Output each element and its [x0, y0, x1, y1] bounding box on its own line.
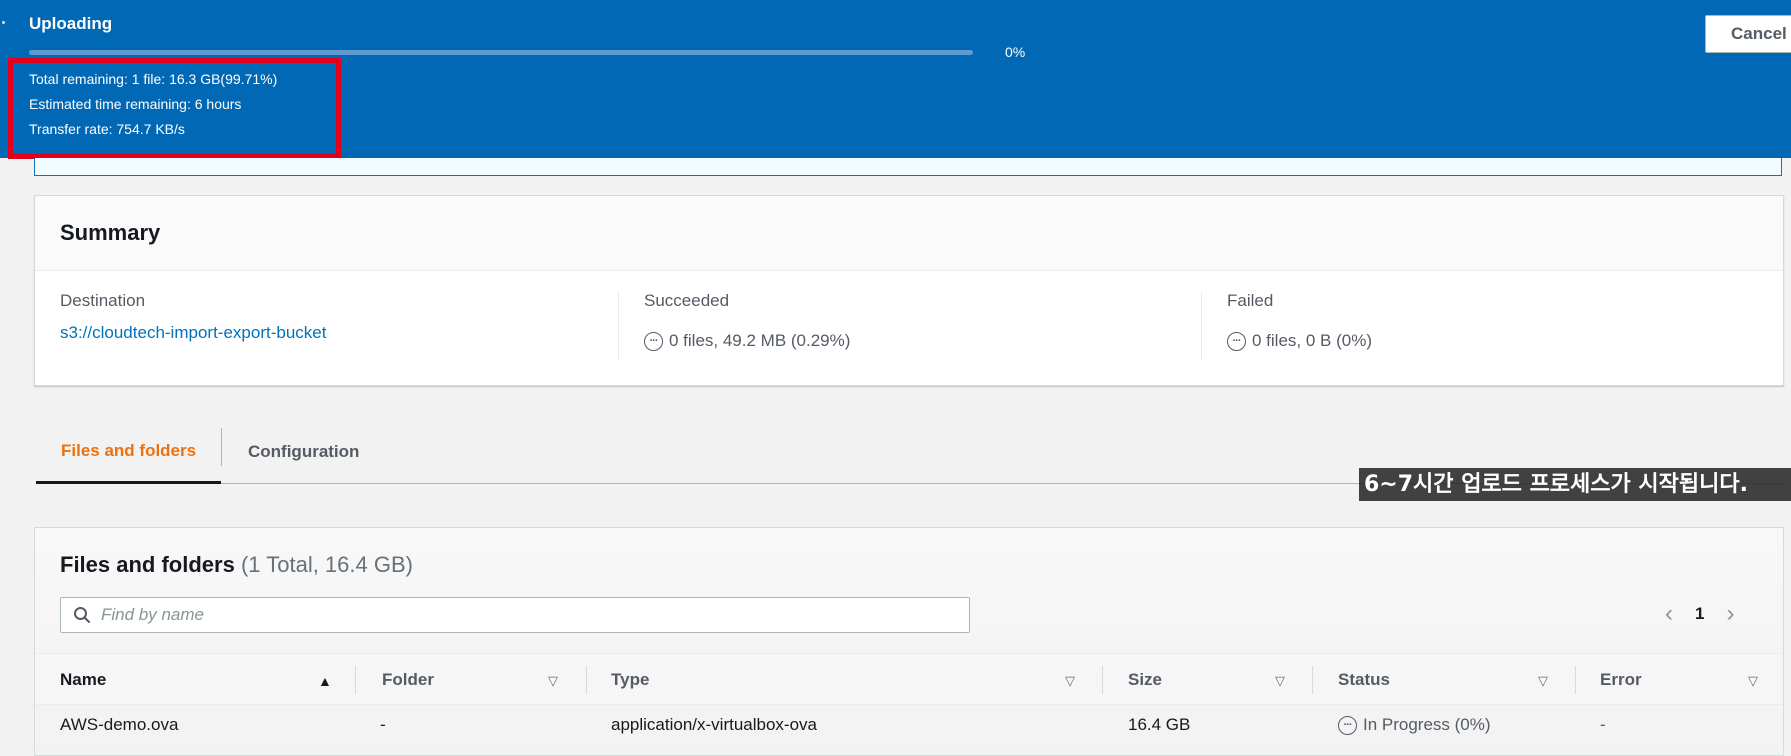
summary-panel: Summary Destination s3://cloudtech-impor… — [34, 195, 1784, 386]
highlight-annotation-box — [8, 58, 341, 159]
in-progress-icon: ··· — [644, 331, 663, 351]
succeeded-value: 0 files, 49.2 MB (0.29%) — [669, 331, 851, 350]
files-panel-title: Files and folders (1 Total, 16.4 GB) — [60, 552, 413, 578]
files-title-text: Files and folders — [60, 552, 235, 577]
cancel-button[interactable]: Cancel — [1705, 15, 1791, 53]
column-header-type[interactable]: Type — [611, 654, 649, 706]
failed-value-row: ··· 0 files, 0 B (0%) — [1227, 331, 1372, 351]
files-panel: Files and folders (1 Total, 16.4 GB) ‹ 1… — [34, 527, 1784, 756]
column-separator[interactable] — [1102, 666, 1103, 694]
column-header-error[interactable]: Error — [1600, 654, 1642, 706]
table-header: Name ▲ Folder ▽ Type ▽ Size ▽ Status ▽ E… — [35, 653, 1783, 705]
in-progress-icon: ··· — [1227, 331, 1246, 351]
column-divider — [618, 291, 619, 361]
column-separator[interactable] — [586, 666, 587, 694]
info-strip — [34, 158, 1782, 176]
cell-name: AWS-demo.ova — [60, 715, 179, 734]
tab-configuration[interactable]: Configuration — [248, 420, 359, 484]
sort-ascending-icon[interactable]: ▲ — [318, 673, 332, 689]
files-count: (1 Total, 16.4 GB) — [240, 552, 413, 577]
succeeded-column: Succeeded ··· 0 files, 49.2 MB (0.29%) — [644, 291, 850, 351]
destination-column: Destination s3://cloudtech-import-export… — [60, 291, 326, 343]
failed-value: 0 files, 0 B (0%) — [1252, 331, 1372, 350]
chevron-right-icon[interactable]: › — [1726, 600, 1734, 628]
edge-marker — [2, 21, 5, 24]
cell-folder: - — [380, 715, 386, 734]
table-row[interactable]: AWS-demo.ova - application/x-virtualbox-… — [35, 705, 1783, 745]
succeeded-label: Succeeded — [644, 291, 730, 310]
sort-toggle-icon[interactable]: ▽ — [1275, 673, 1285, 689]
column-header-status[interactable]: Status — [1338, 654, 1390, 706]
upload-progress-percent: 0% — [1005, 44, 1026, 60]
cell-status-text: In Progress (0%) — [1363, 715, 1491, 734]
page-number[interactable]: 1 — [1695, 604, 1704, 624]
column-separator[interactable] — [1312, 666, 1313, 694]
pagination: ‹ 1 › — [1665, 600, 1734, 628]
destination-link[interactable]: s3://cloudtech-import-export-bucket — [60, 323, 326, 343]
upload-banner: Uploading 0% Total remaining: 1 file: 16… — [0, 0, 1791, 159]
column-header-name[interactable]: Name — [60, 654, 106, 706]
cell-type: application/x-virtualbox-ova — [611, 715, 817, 734]
summary-title: Summary — [60, 220, 161, 245]
cell-size: 16.4 GB — [1128, 715, 1191, 734]
column-header-size[interactable]: Size — [1128, 654, 1162, 706]
tab-separator — [221, 428, 222, 466]
failed-column: Failed ··· 0 files, 0 B (0%) — [1227, 291, 1372, 351]
video-subtitle-caption: 6~7시간 업로드 프로세스가 시작됩니다. — [1359, 468, 1791, 501]
column-separator[interactable] — [1575, 666, 1576, 694]
sort-toggle-icon[interactable]: ▽ — [1538, 673, 1548, 689]
search-input[interactable] — [101, 605, 961, 625]
sort-toggle-icon[interactable]: ▽ — [1065, 673, 1075, 689]
column-divider — [1201, 291, 1202, 361]
tab-files-and-folders[interactable]: Files and folders — [36, 420, 221, 484]
column-separator[interactable] — [355, 666, 356, 694]
column-header-folder[interactable]: Folder — [382, 654, 434, 706]
summary-header: Summary — [35, 196, 1783, 271]
search-box — [60, 597, 970, 633]
failed-label: Failed — [1227, 291, 1274, 310]
succeeded-value-row: ··· 0 files, 49.2 MB (0.29%) — [644, 331, 850, 351]
files-table: Name ▲ Folder ▽ Type ▽ Size ▽ Status ▽ E… — [35, 653, 1783, 745]
chevron-left-icon[interactable]: ‹ — [1665, 600, 1673, 628]
sort-toggle-icon[interactable]: ▽ — [1748, 673, 1758, 689]
in-progress-icon: ··· — [1338, 715, 1357, 735]
sort-toggle-icon[interactable]: ▽ — [548, 673, 558, 689]
cell-status: ··· In Progress (0%) — [1338, 705, 1491, 745]
upload-progress-bar — [29, 50, 973, 55]
search-icon — [74, 607, 90, 623]
destination-label: Destination — [60, 291, 146, 310]
upload-title: Uploading — [29, 14, 113, 33]
cell-error: - — [1600, 715, 1606, 734]
